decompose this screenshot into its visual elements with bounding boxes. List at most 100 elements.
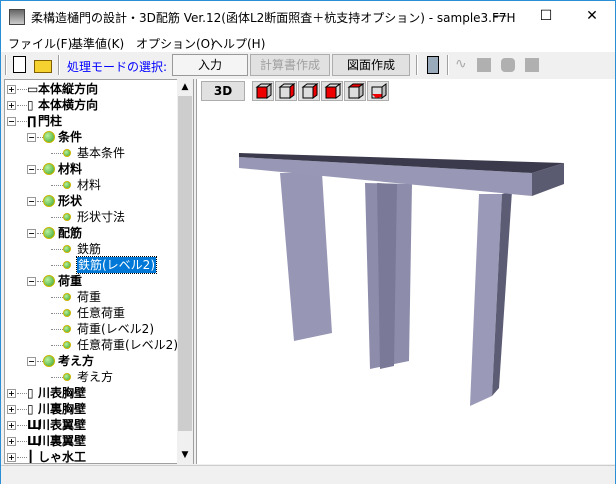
tree-item[interactable]: 材料 bbox=[5, 177, 177, 193]
tree-item-label: 荷重 bbox=[77, 290, 102, 304]
tree-item[interactable]: 任意荷重(レベル2) bbox=[5, 337, 178, 353]
expand-icon[interactable]: + bbox=[7, 85, 16, 94]
tree-connector bbox=[51, 217, 63, 218]
collapse-icon[interactable]: − bbox=[27, 357, 36, 366]
gate-icon: ∏ bbox=[27, 114, 37, 128]
tree-item[interactable]: − 材料 bbox=[5, 161, 177, 177]
collapse-icon[interactable]: − bbox=[27, 197, 36, 206]
tree-connector bbox=[17, 457, 27, 458]
tree-item[interactable]: 荷重(レベル2) bbox=[5, 321, 177, 337]
tree-item[interactable]: 鉄筋 bbox=[5, 241, 177, 257]
menu-standard-values[interactable]: 基準値(K) bbox=[71, 35, 124, 52]
tree-connector bbox=[51, 329, 63, 330]
tree-item-label: 本体横方向 bbox=[38, 98, 99, 112]
tree-connector bbox=[17, 393, 27, 394]
expand-icon[interactable]: + bbox=[7, 437, 16, 446]
tree-item-label: 鉄筋(レベル2) bbox=[76, 256, 157, 274]
tree-item[interactable]: − 考え方 bbox=[5, 353, 177, 369]
scroll-down-arrow[interactable]: ▼ bbox=[177, 447, 193, 463]
app-icon bbox=[9, 9, 25, 25]
new-file-icon[interactable] bbox=[13, 56, 26, 73]
tree-connector bbox=[51, 153, 63, 154]
tree-scrollbar[interactable]: ▲ ▼ bbox=[177, 79, 193, 464]
input-mode-button[interactable]: 入力 bbox=[172, 54, 248, 76]
scroll-up-arrow[interactable]: ▲ bbox=[177, 79, 193, 95]
calculator-icon[interactable] bbox=[427, 56, 439, 74]
status-dot-icon bbox=[63, 149, 71, 157]
gate-column-3d-model bbox=[239, 153, 564, 406]
status-dot-icon bbox=[63, 261, 71, 269]
expand-icon[interactable]: + bbox=[7, 421, 16, 430]
expand-icon[interactable]: + bbox=[7, 453, 16, 462]
tree-item[interactable]: + ▯ 川裏胸壁 bbox=[5, 401, 177, 417]
tree-item[interactable]: − 荷重 bbox=[5, 273, 177, 289]
expand-icon[interactable]: + bbox=[7, 405, 16, 414]
wave-icon[interactable]: ∿ bbox=[455, 56, 467, 72]
expand-icon[interactable]: + bbox=[7, 389, 16, 398]
tree-item-label: 川表翼壁 bbox=[38, 418, 87, 432]
close-button[interactable]: ✕ bbox=[569, 1, 615, 32]
middle-column-side bbox=[377, 183, 397, 369]
tree-item-label: 任意荷重 bbox=[77, 306, 126, 320]
tree-item[interactable]: + ▯ 川表胸壁 bbox=[5, 385, 177, 401]
calc-report-button[interactable]: 計算書作成 bbox=[250, 54, 330, 76]
drawing-button[interactable]: 図面作成 bbox=[332, 54, 410, 76]
menu-bar: ファイル(F) 基準値(K) オプション(O) ヘルプ(H) bbox=[1, 32, 615, 52]
3d-view[interactable]: 3D bbox=[196, 79, 615, 464]
tree-item-label: 形状寸法 bbox=[77, 210, 126, 224]
tree-item[interactable]: 鉄筋(レベル2) bbox=[5, 256, 177, 274]
collapse-icon[interactable]: − bbox=[27, 277, 36, 286]
tree-item[interactable]: 任意荷重 bbox=[5, 305, 177, 321]
tree-item-label: 川表胸壁 bbox=[38, 386, 87, 400]
tree-item[interactable]: − ∏ 門柱 bbox=[5, 113, 177, 129]
collapse-icon[interactable]: − bbox=[7, 117, 16, 126]
tree-item[interactable]: 考え方 bbox=[5, 369, 177, 385]
tree-item-label: 任意荷重(レベル2) bbox=[77, 338, 178, 352]
frame-icon: ▯ bbox=[27, 402, 34, 416]
minimize-button[interactable]: — bbox=[477, 1, 523, 32]
tree-view[interactable]: + ▭ 本体縦方向 + ▯ 本体横方向 − ∏ 門柱 − 条件 基本条件 − 材料 材料 − 形状 形状寸法 − 配筋… bbox=[4, 79, 194, 464]
open-folder-icon[interactable] bbox=[34, 60, 52, 73]
menu-file[interactable]: ファイル(F) bbox=[8, 35, 72, 52]
tree-item[interactable]: + ┃ しゃ水工 bbox=[5, 449, 177, 463]
status-dot-icon bbox=[63, 309, 71, 317]
expand-icon[interactable]: + bbox=[7, 101, 16, 110]
tree-connector bbox=[51, 265, 63, 266]
tree-connector bbox=[17, 121, 27, 122]
tree-item[interactable]: + Ш 川裏翼壁 bbox=[5, 433, 177, 449]
tree-connector bbox=[17, 89, 27, 90]
menu-options[interactable]: オプション(O) bbox=[136, 35, 215, 52]
tree-connector bbox=[51, 377, 63, 378]
tool-icon-4[interactable] bbox=[525, 58, 539, 72]
tree-item[interactable]: 形状寸法 bbox=[5, 209, 177, 225]
status-dot-icon bbox=[63, 325, 71, 333]
collapse-icon[interactable]: − bbox=[27, 133, 36, 142]
tree-item-label: 門柱 bbox=[38, 114, 63, 128]
tree-item[interactable]: − 条件 bbox=[5, 129, 177, 145]
tree-item[interactable]: + ▯ 本体横方向 bbox=[5, 97, 177, 113]
separator bbox=[416, 55, 418, 75]
tool-icon-3[interactable] bbox=[501, 58, 515, 72]
tree-item[interactable]: + Ш 川表翼壁 bbox=[5, 417, 177, 433]
tree-item-label: 本体縦方向 bbox=[38, 82, 99, 96]
tree-connector bbox=[51, 313, 63, 314]
frame-icon: ▯ bbox=[27, 98, 34, 112]
tree-item-label: 川裏胸壁 bbox=[38, 402, 87, 416]
tree-item[interactable]: 基本条件 bbox=[5, 145, 177, 161]
collapse-icon[interactable]: − bbox=[27, 165, 36, 174]
maximize-button[interactable]: ☐ bbox=[523, 1, 569, 32]
separator bbox=[58, 55, 60, 75]
status-dot-icon bbox=[63, 341, 71, 349]
tree-item[interactable]: + ▭ 本体縦方向 bbox=[5, 81, 177, 97]
status-dot-icon bbox=[43, 163, 55, 175]
tree-item-label: 荷重(レベル2) bbox=[77, 322, 154, 336]
tree-item[interactable]: − 配筋 bbox=[5, 225, 177, 241]
menu-help[interactable]: ヘルプ(H) bbox=[211, 35, 265, 52]
tool-icon-2[interactable] bbox=[477, 58, 491, 72]
tree-item-label: 考え方 bbox=[58, 354, 95, 368]
collapse-icon[interactable]: − bbox=[27, 229, 36, 238]
scroll-thumb[interactable] bbox=[178, 96, 192, 431]
tree-item[interactable]: − 形状 bbox=[5, 193, 177, 209]
tree-item-label: 形状 bbox=[58, 194, 83, 208]
tree-item[interactable]: 荷重 bbox=[5, 289, 177, 305]
